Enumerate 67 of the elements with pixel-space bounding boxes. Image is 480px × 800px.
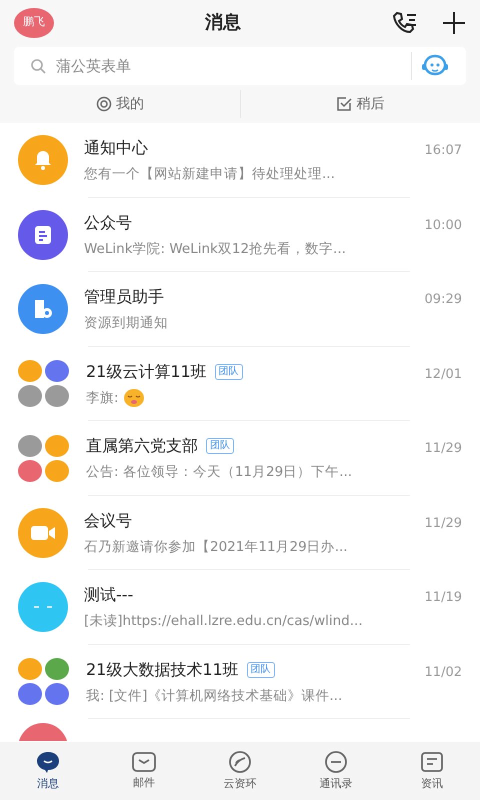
nav-tab[interactable]: 邮件 [96, 750, 192, 792]
member-avatar [18, 460, 42, 482]
chat-name: 管理员助手 [84, 286, 164, 308]
nav-tab[interactable]: 通讯录 [288, 748, 384, 794]
message-preview: 我: [文件]《计算机网络技术基础》课件... [86, 686, 342, 706]
nav-tab[interactable]: 消息 [0, 748, 96, 794]
member-avatar [18, 360, 42, 382]
team-tag: 团队 [214, 364, 243, 380]
message-time: 11/02 [424, 664, 462, 682]
news-icon [419, 750, 445, 774]
nav-tab[interactable]: 云资环 [192, 748, 288, 794]
chat-row[interactable]: 21级云计算11班 团队 李旗: 12/01 [0, 346, 480, 421]
chat-row[interactable]: 通知中心 您有一个【网站新建申请】待处理处理... 16:07 [0, 123, 480, 198]
chat-name: 公众号 [84, 212, 132, 234]
member-avatar [45, 460, 69, 482]
member-avatar [45, 683, 69, 706]
search-icon [30, 58, 46, 74]
chat-row[interactable]: 会议号 石乃新邀请你参加【2021年11月29日办... 11/29 [0, 496, 480, 570]
chat-row[interactable]: 管理员助手 资源到期通知 09:29 [0, 272, 480, 346]
chat-name: 直属第六党支部 [86, 435, 198, 458]
filter-tab[interactable]: 我的 [90, 92, 150, 116]
member-avatar [45, 658, 69, 680]
message-time: 16:07 [424, 142, 462, 160]
team-tag: 团队 [246, 662, 275, 678]
chat-name: 21级大数据技术11班 [86, 658, 239, 681]
add-icon[interactable] [442, 10, 466, 34]
assistant-icon[interactable] [420, 54, 450, 78]
message-preview: WeLink学院: WeLink双12抢先看，数字... [84, 240, 346, 259]
phone-icon[interactable] [392, 10, 418, 36]
nav-tab[interactable]: 资讯 [384, 748, 480, 794]
chat-row[interactable]: 公众号 WeLink学院: WeLink双12抢先看，数字... 10:00 [0, 198, 480, 272]
member-avatar [45, 385, 69, 408]
message-preview: 您有一个【网站新建申请】待处理处理... [84, 165, 335, 184]
chat-name: 21级云计算11班 [86, 360, 207, 383]
member-avatar [18, 385, 42, 408]
message-preview: 李旗: [86, 388, 119, 408]
chat-name: 通知中心 [84, 137, 148, 160]
document-icon [32, 224, 54, 246]
cloud-ring-icon [227, 750, 253, 774]
message-preview: 石乃新邀请你参加【2021年11月29日办... [84, 538, 348, 557]
message-time: 11/29 [424, 440, 462, 458]
message-time: 12/01 [424, 366, 462, 384]
message-preview: 资源到期通知 [84, 314, 168, 334]
member-avatar [18, 683, 42, 706]
search-field[interactable]: 蒲公英表单 [14, 47, 466, 85]
chat-name: 测试--- [84, 584, 134, 606]
search-input[interactable]: 蒲公英表单 [54, 54, 403, 78]
filter-tab[interactable]: 稍后 [330, 92, 390, 116]
mail-icon [131, 750, 157, 773]
member-avatar [45, 360, 69, 382]
page-title: 消息 [205, 11, 241, 35]
message-time: 09:29 [424, 291, 462, 309]
member-avatar [18, 658, 42, 680]
message-time: 10:00 [424, 216, 462, 234]
message-preview: [未读]https://ehall.lzre.edu.cn/cas/wlind... [84, 612, 363, 632]
chat-row[interactable]: 直属第六党支部 团队 公告: 各位领导：今天（11月29日）下午... 11/29 [0, 421, 480, 496]
member-avatar [45, 434, 69, 457]
checkbox-icon [336, 96, 352, 112]
chat-row[interactable]: 21级大数据技术11班 团队 我: [文件]《计算机网络技术基础》课件... 11/02 [0, 644, 480, 719]
message-preview: 公告: 各位领导：今天（11月29日）下午... [86, 463, 352, 482]
message-time: 11/19 [424, 589, 462, 607]
team-tag: 团队 [206, 438, 234, 454]
message-time: 11/29 [424, 514, 462, 532]
chat-name: 会议号 [84, 510, 132, 532]
chat-bubble-icon [35, 750, 61, 774]
member-avatar [18, 434, 42, 457]
chat-row[interactable]: 测试--- [未读]https://ehall.lzre.edu.cn/cas/wlind... 11/19 [0, 570, 480, 644]
